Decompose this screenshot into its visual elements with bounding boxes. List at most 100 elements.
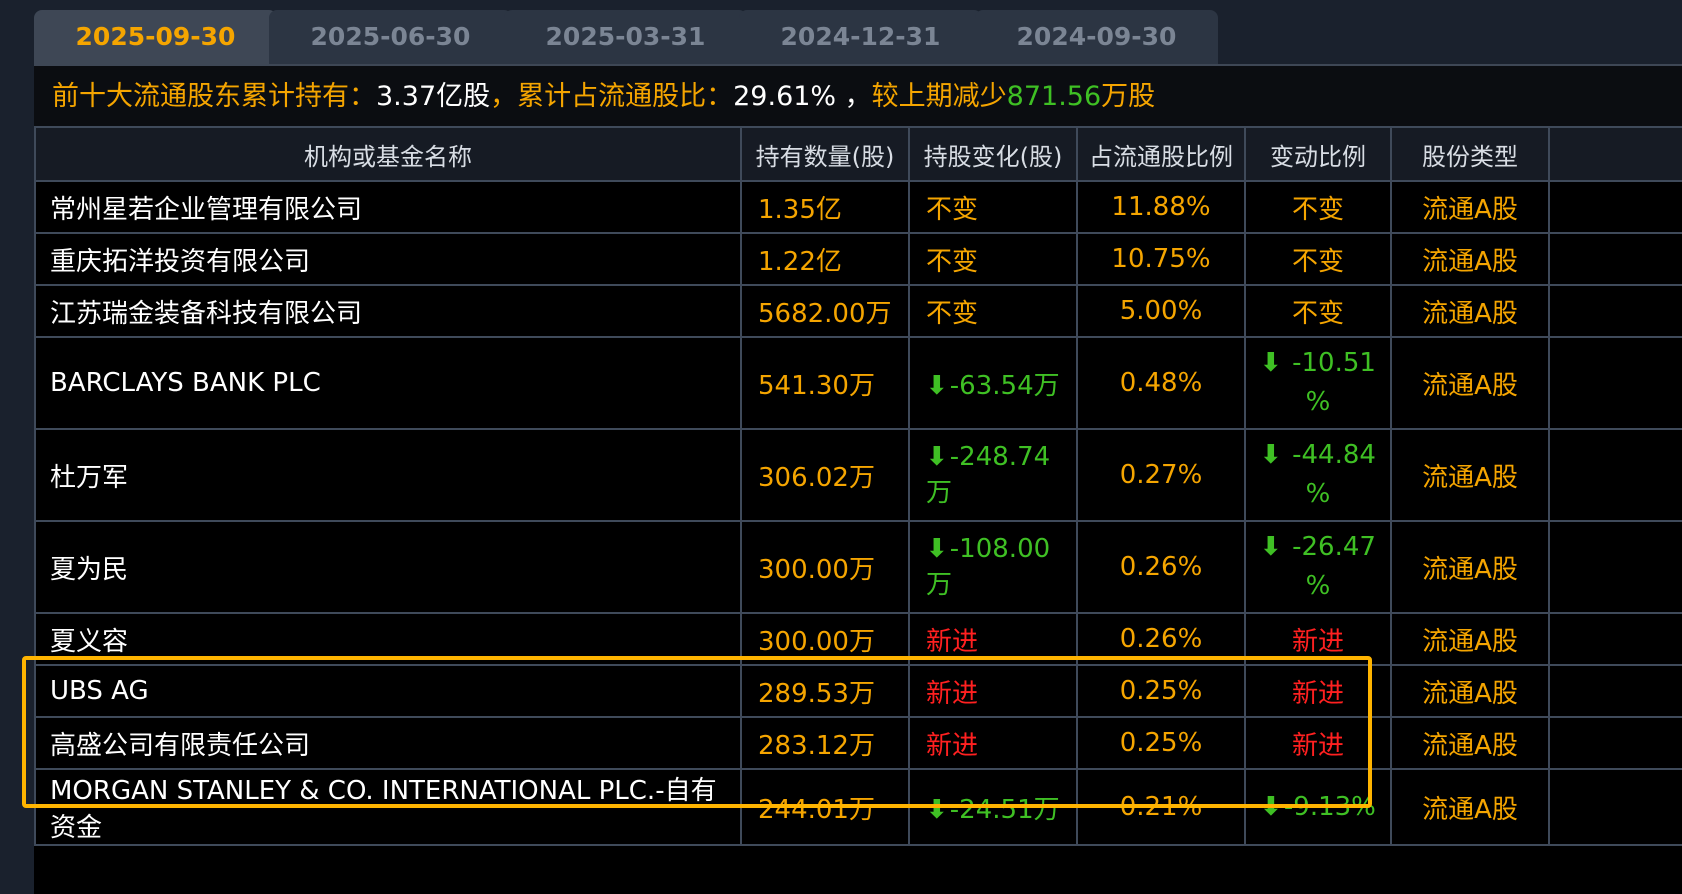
share-type: 流通A股 — [1390, 612, 1550, 666]
float-ratio: 0.25% — [1076, 664, 1246, 718]
holder-name: MORGAN STANLEY & CO. INTERNATIONAL PLC.-… — [34, 768, 742, 846]
extra-cell — [1548, 664, 1682, 718]
float-ratio: 11.88% — [1076, 180, 1246, 234]
tab-2025-06-30[interactable]: 2025-06-30 — [269, 10, 512, 64]
extra-cell — [1548, 768, 1682, 846]
change-pct-unit: % — [1305, 479, 1331, 509]
share-type-text: 流通A股 — [1422, 370, 1518, 401]
share-type-text: 流通A股 — [1422, 678, 1518, 709]
share-type: 流通A股 — [1390, 716, 1550, 770]
change-pct: 不变 — [1244, 284, 1392, 338]
table-row[interactable]: BARCLAYS BANK PLC 541.30万 ⬇-63.54万 0.48% ⬇ -… — [34, 336, 1682, 430]
table-row[interactable]: 杜万军 306.02万 ⬇-248.74万 0.27% ⬇ -44.84% 流通A股 — [34, 428, 1682, 522]
holder-name-text: 杜万军 — [50, 462, 129, 493]
share-type-text: 流通A股 — [1422, 246, 1518, 277]
col-header-pct: 变动比例 — [1244, 126, 1392, 182]
table-row[interactable]: 江苏瑞金装备科技有限公司 5682.00万 不变 5.00% 不变 流通A股 — [34, 284, 1682, 338]
tab-2024-12-31[interactable]: 2024-12-31 — [739, 10, 982, 64]
holding-change-text: 不变 — [926, 246, 979, 277]
holder-name: 重庆拓洋投资有限公司 — [34, 232, 742, 286]
tab-2025-03-31[interactable]: 2025-03-31 — [504, 10, 747, 64]
holding-qty-text: 1.22亿 — [758, 246, 842, 277]
holding-qty: 283.12万 — [740, 716, 910, 770]
extra-cell — [1548, 716, 1682, 770]
holder-name: 杜万军 — [34, 428, 742, 522]
change-pct-text: -10.51 — [1292, 348, 1376, 378]
table-row[interactable]: UBS AG 289.53万 新进 0.25% 新进 流通A股 — [34, 664, 1682, 718]
holding-change-text: -24.51万 — [949, 794, 1060, 825]
share-type: 流通A股 — [1390, 768, 1550, 846]
holding-qty-text: 5682.00万 — [758, 298, 892, 329]
table-row[interactable]: 夏为民 300.00万 ⬇-108.00万 0.26% ⬇ -26.47% 流通A股 — [34, 520, 1682, 614]
table-header-row: 机构或基金名称 持有数量(股) 持股变化(股) 占流通股比例 变动比例 股份类型 — [34, 126, 1682, 182]
holder-name-text: BARCLAYS BANK PLC — [50, 368, 321, 398]
holding-change: ⬇-24.51万 — [908, 768, 1078, 846]
holding-qty: 300.00万 — [740, 520, 910, 614]
share-type-text: 流通A股 — [1422, 626, 1518, 657]
change-pct-text: -9.13% — [1283, 792, 1376, 822]
share-type-text: 流通A股 — [1422, 194, 1518, 225]
col-header-change: 持股变化(股) — [908, 126, 1078, 182]
share-type: 流通A股 — [1390, 520, 1550, 614]
arrow-down-icon: ⬇ — [1260, 440, 1282, 470]
holder-name: UBS AG — [34, 664, 742, 718]
holding-qty-text: 283.12万 — [758, 730, 875, 761]
change-pct: 不变 — [1244, 232, 1392, 286]
holder-name: 夏义容 — [34, 612, 742, 666]
holding-change-text: -63.54万 — [949, 370, 1060, 401]
holder-name-text: UBS AG — [50, 676, 149, 706]
summary-change-value: 871.56 — [1006, 81, 1102, 112]
summary-mid: ，累计占流通股比： — [490, 81, 734, 112]
extra-cell — [1548, 520, 1682, 614]
change-pct-unit: % — [1305, 387, 1331, 417]
float-ratio: 0.48% — [1076, 336, 1246, 430]
extra-cell — [1548, 612, 1682, 666]
holding-change: 不变 — [908, 284, 1078, 338]
float-ratio-text: 0.21% — [1119, 792, 1203, 822]
float-ratio: 0.25% — [1076, 716, 1246, 770]
holder-name-text: 常州星若企业管理有限公司 — [50, 194, 363, 225]
holding-qty: 289.53万 — [740, 664, 910, 718]
holder-name: 高盛公司有限责任公司 — [34, 716, 742, 770]
arrow-down-icon: ⬇ — [926, 794, 948, 825]
table-row[interactable]: 重庆拓洋投资有限公司 1.22亿 不变 10.75% 不变 流通A股 — [34, 232, 1682, 286]
table-row[interactable]: 夏义容 300.00万 新进 0.26% 新进 流通A股 — [34, 612, 1682, 666]
float-ratio: 10.75% — [1076, 232, 1246, 286]
holding-change: 新进 — [908, 664, 1078, 718]
tab-2024-09-30[interactable]: 2024-09-30 — [975, 10, 1218, 64]
change-pct: ⬇ -44.84% — [1244, 428, 1392, 522]
share-type: 流通A股 — [1390, 180, 1550, 234]
table-row[interactable]: 常州星若企业管理有限公司 1.35亿 不变 11.88% 不变 流通A股 — [34, 180, 1682, 234]
change-pct: 新进 — [1244, 716, 1392, 770]
holder-name-text: MORGAN STANLEY & CO. INTERNATIONAL PLC.-… — [50, 776, 717, 843]
change-pct-text: -26.47 — [1292, 532, 1376, 562]
share-type: 流通A股 — [1390, 284, 1550, 338]
arrow-down-icon: ⬇ — [926, 370, 948, 401]
holding-change: 不变 — [908, 180, 1078, 234]
table-row[interactable]: 高盛公司有限责任公司 283.12万 新进 0.25% 新进 流通A股 — [34, 716, 1682, 770]
holding-qty-text: 541.30万 — [758, 370, 875, 401]
float-ratio: 0.26% — [1076, 520, 1246, 614]
summary-change-label: 较上期减少 — [871, 81, 1007, 112]
tab-2025-09-30[interactable]: 2025-09-30 — [34, 10, 277, 64]
float-ratio: 5.00% — [1076, 284, 1246, 338]
holder-name: 夏为民 — [34, 520, 742, 614]
change-pct-wrap: ⬇ -26.47% — [1260, 528, 1376, 606]
float-ratio-text: 0.25% — [1119, 676, 1203, 706]
float-ratio-text: 0.25% — [1119, 728, 1203, 758]
share-type-text: 流通A股 — [1422, 554, 1518, 585]
holder-name: 江苏瑞金装备科技有限公司 — [34, 284, 742, 338]
table-row[interactable]: MORGAN STANLEY & CO. INTERNATIONAL PLC.-… — [34, 768, 1682, 846]
change-pct: ⬇ -26.47% — [1244, 520, 1392, 614]
change-pct-text: 新进 — [1291, 626, 1344, 657]
holder-name-text: 高盛公司有限责任公司 — [50, 730, 311, 761]
holding-change: ⬇-63.54万 — [908, 336, 1078, 430]
change-pct-text: 新进 — [1291, 678, 1344, 709]
arrow-down-icon: ⬇ — [926, 441, 948, 472]
col-header-type: 股份类型 — [1390, 126, 1550, 182]
holding-qty: 306.02万 — [740, 428, 910, 522]
holding-change-text: 不变 — [926, 298, 979, 329]
holder-name-text: 重庆拓洋投资有限公司 — [50, 246, 311, 277]
arrow-down-icon: ⬇ — [926, 533, 948, 564]
change-pct-unit: % — [1305, 571, 1331, 601]
